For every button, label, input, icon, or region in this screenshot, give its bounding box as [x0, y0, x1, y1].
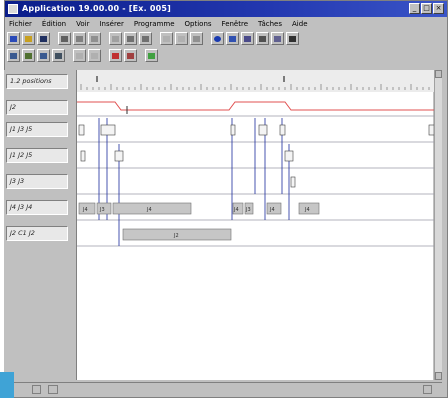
main-toolbar [7, 31, 299, 46]
grid-icon[interactable] [241, 32, 254, 45]
scroll-up-icon[interactable] [435, 70, 442, 78]
scroll-thumb[interactable] [48, 385, 58, 394]
scroll-left-icon[interactable] [32, 385, 41, 394]
vertical-scrollbar[interactable] [434, 70, 442, 380]
menu-programme[interactable]: Programme [134, 20, 175, 28]
segment-label: J3 [99, 207, 105, 213]
segment-label: J4 [269, 207, 275, 213]
segment-bar[interactable] [112, 202, 192, 215]
chart-icon[interactable] [226, 32, 239, 45]
open-icon[interactable] [22, 32, 35, 45]
delete-icon[interactable] [52, 49, 65, 62]
menu-fenetre[interactable]: Fenêtre [222, 20, 248, 28]
minimize-icon[interactable]: _ [409, 3, 420, 14]
segment-label: J4 [233, 207, 239, 213]
cursor-icon[interactable] [7, 49, 20, 62]
paste-icon[interactable] [109, 32, 122, 45]
menu-taches[interactable]: Tâches [258, 20, 282, 28]
scroll-right-icon[interactable] [423, 385, 432, 394]
segment-label: J4 [304, 207, 310, 213]
new-icon[interactable] [7, 32, 20, 45]
save-icon[interactable] [37, 32, 50, 45]
menu-inserer[interactable]: Insérer [99, 20, 123, 28]
zoom-in-icon[interactable] [160, 32, 173, 45]
run-icon[interactable] [145, 49, 158, 62]
row-4-segments: J4 J3 J4 J4 J3 J4 J4 [78, 202, 320, 215]
scroll-down-icon[interactable] [435, 372, 442, 380]
row-2-pulses [80, 150, 294, 162]
align-icon[interactable] [73, 49, 86, 62]
menu-aide[interactable]: Aide [292, 20, 307, 28]
zoom-out-icon[interactable] [175, 32, 188, 45]
signal-name[interactable]: J1 J3 J5 [6, 122, 68, 137]
print-icon[interactable] [58, 32, 71, 45]
flag-icon[interactable] [109, 49, 122, 62]
secondary-toolbar [7, 48, 158, 63]
ruler-label[interactable]: 1.2 positions [6, 74, 68, 89]
menu-voir[interactable]: Voir [76, 20, 89, 28]
segment-label: J3 [245, 207, 251, 213]
row-1-pulses [78, 124, 435, 136]
time-ruler [77, 70, 434, 92]
signal-name[interactable]: J1 J2 J5 [6, 148, 68, 163]
pen-icon[interactable] [286, 32, 299, 45]
find-icon[interactable] [190, 32, 203, 45]
horizontal-scrollbar[interactable] [4, 382, 442, 395]
maximize-icon[interactable]: □ [421, 3, 432, 14]
move-icon[interactable] [22, 49, 35, 62]
insert-icon[interactable] [37, 49, 50, 62]
select-icon[interactable] [271, 32, 284, 45]
info-icon[interactable] [211, 32, 224, 45]
window-title: Application 19.00.00 - [Ex. 005] [22, 4, 172, 13]
signal-name[interactable]: J4 J3 J4 [6, 200, 68, 215]
signal-name[interactable]: J2 C1 J2 [6, 226, 68, 241]
segment-label: J2 [173, 233, 179, 239]
row-separators [77, 115, 434, 247]
app-icon [8, 4, 18, 14]
undo-icon[interactable] [124, 32, 137, 45]
menu-options[interactable]: Options [185, 20, 212, 28]
menu-bar: Fichier Édition Voir Insérer Programme O… [5, 17, 447, 30]
timing-canvas[interactable]: J4 J3 J4 J4 J3 J4 J4 J2 [76, 70, 435, 380]
close-icon[interactable]: × [433, 3, 444, 14]
signal-trace-red [77, 101, 434, 111]
stop-icon[interactable] [124, 49, 137, 62]
segment-label: J4 [82, 207, 88, 213]
title-bar: Application 19.00.00 - [Ex. 005] _ □ × [5, 1, 447, 17]
measure-icon[interactable] [88, 49, 101, 62]
row-5-segments: J2 [122, 228, 232, 241]
transition-lines [98, 118, 290, 246]
signal-name[interactable]: J2 [6, 100, 68, 115]
signal-name[interactable]: J3 J3 [6, 174, 68, 189]
cut-icon[interactable] [73, 32, 86, 45]
redo-icon[interactable] [139, 32, 152, 45]
settings-icon[interactable] [256, 32, 269, 45]
menu-fichier[interactable]: Fichier [9, 20, 32, 28]
desktop-corner [0, 372, 14, 398]
menu-edition[interactable]: Édition [42, 20, 66, 28]
segment-label: J4 [146, 207, 152, 213]
signal-names-panel: 1.2 positions J2 J1 J3 J5 J1 J2 J5 J3 J3… [4, 70, 72, 380]
row-3-pulses [290, 176, 296, 188]
copy-icon[interactable] [88, 32, 101, 45]
